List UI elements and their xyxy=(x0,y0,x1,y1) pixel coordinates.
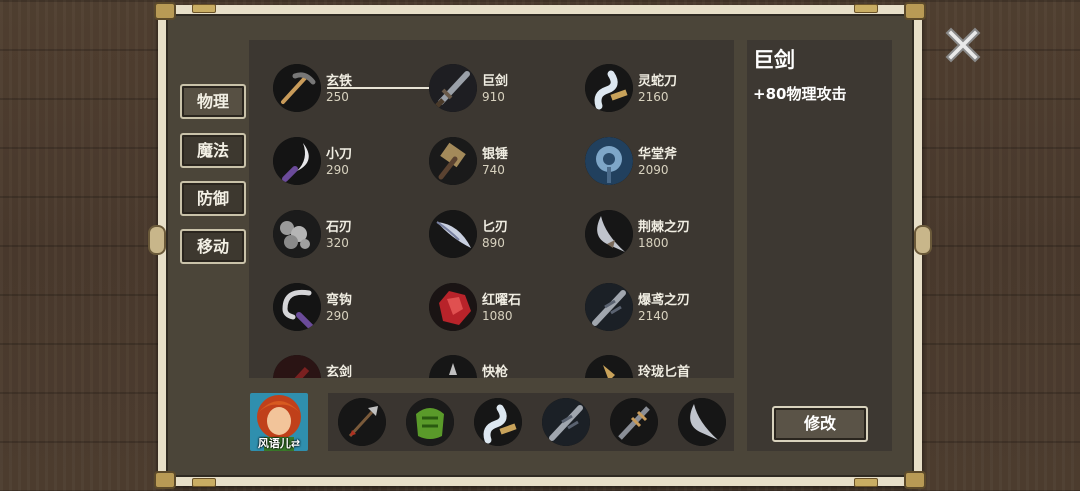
hero-portrait[interactable]: 风语儿⇄ xyxy=(250,393,308,451)
item-kuaiqiang[interactable]: 快枪 xyxy=(429,355,579,378)
frame-stud xyxy=(854,478,878,487)
item-name: 快枪 xyxy=(482,365,509,378)
item-price: 290 xyxy=(326,309,349,323)
item-wangou[interactable]: 弯钩 290 xyxy=(273,283,423,335)
item-name: 小刀 xyxy=(326,147,353,162)
frame-stud xyxy=(854,4,878,13)
item-huatangfu[interactable]: 华堂斧 2090 xyxy=(585,137,735,189)
item-biren[interactable]: 匕刃 890 xyxy=(429,210,579,262)
item-xiaodao[interactable]: 小刀 290 xyxy=(273,137,423,189)
tab-magic[interactable]: 魔法 xyxy=(180,133,246,168)
item-price: 910 xyxy=(482,90,505,104)
item-name: 匕刃 xyxy=(482,220,509,235)
item-price: 890 xyxy=(482,236,505,250)
frame-stud xyxy=(192,4,216,13)
quick-spear-icon xyxy=(429,355,477,378)
frame-corner xyxy=(154,2,176,20)
tab-movement[interactable]: 移动 xyxy=(180,229,246,264)
item-name: 爆鸢之刃 xyxy=(638,293,691,308)
serrated-sword-icon[interactable] xyxy=(542,398,590,446)
item-name: 灵蛇刀 xyxy=(638,74,678,89)
item-price: 250 xyxy=(326,90,349,104)
item-price: 740 xyxy=(482,163,505,177)
dark-sword-icon xyxy=(273,355,321,378)
item-price: 2140 xyxy=(638,309,669,323)
item-name: 玄剑 xyxy=(326,365,353,378)
item-name: 银锤 xyxy=(482,147,509,162)
item-price: 2090 xyxy=(638,163,669,177)
detail-description: +80物理攻击 xyxy=(753,85,847,103)
item-detail-panel: 巨剑 +80物理攻击 xyxy=(747,40,892,451)
crossbow-blade-icon[interactable] xyxy=(610,398,658,446)
hook-icon xyxy=(273,283,321,331)
detail-title: 巨剑 xyxy=(753,48,795,72)
item-name: 荆棘之刃 xyxy=(638,220,691,235)
item-price: 1800 xyxy=(638,236,669,250)
item-name: 华堂斧 xyxy=(638,147,678,162)
tab-physical[interactable]: 物理 xyxy=(180,84,246,119)
item-name: 玄铁 xyxy=(326,74,353,89)
item-linglongbishou[interactable]: 玲珑匕首 xyxy=(585,355,735,378)
equipped-items-bar xyxy=(328,393,734,451)
item-jingjizhiren[interactable]: 荆棘之刃 1800 xyxy=(585,210,735,262)
frame-notch xyxy=(148,225,166,255)
item-shiren[interactable]: 石刃 320 xyxy=(273,210,423,262)
item-name: 石刃 xyxy=(326,220,353,235)
serpent-blade-icon xyxy=(585,64,633,112)
tab-defense[interactable]: 防御 xyxy=(180,181,246,216)
item-price: 320 xyxy=(326,236,349,250)
frame-notch xyxy=(914,225,932,255)
item-xuanjian[interactable]: 玄剑 xyxy=(273,355,423,378)
red-stone-icon xyxy=(429,283,477,331)
thorn-blade-icon xyxy=(585,210,633,258)
spear-icon[interactable] xyxy=(338,398,386,446)
item-price: 290 xyxy=(326,163,349,177)
hero-name: 风语儿⇄ xyxy=(257,437,301,450)
item-xuantie[interactable]: 玄铁 250 xyxy=(273,64,423,116)
item-jujian[interactable]: 巨剑 910 xyxy=(429,64,579,116)
kite-blade-icon xyxy=(585,283,633,331)
item-price: 2160 xyxy=(638,90,669,104)
serpent-blade-icon[interactable] xyxy=(474,398,522,446)
greatsword-icon xyxy=(429,64,477,112)
curved-blade-icon[interactable] xyxy=(678,398,726,446)
item-hongyaoshi[interactable]: 红曜石 1080 xyxy=(429,283,579,335)
modify-button[interactable]: 修改 xyxy=(772,406,868,442)
frame-stud xyxy=(192,478,216,487)
item-name: 玲珑匕首 xyxy=(638,365,691,378)
stone-blade-icon xyxy=(273,210,321,258)
item-name: 巨剑 xyxy=(482,74,509,89)
frame-corner xyxy=(154,471,176,489)
close-icon[interactable] xyxy=(938,20,988,70)
ornate-axe-icon xyxy=(585,137,633,185)
small-knife-icon xyxy=(273,137,321,185)
dagger-blade-icon xyxy=(429,210,477,258)
silver-hammer-icon xyxy=(429,137,477,185)
pickaxe-icon xyxy=(273,64,321,112)
item-lingshedao[interactable]: 灵蛇刀 2160 xyxy=(585,64,735,116)
green-armor-icon[interactable] xyxy=(406,398,454,446)
frame-corner xyxy=(904,471,926,489)
item-baoyuanzhiren[interactable]: 爆鸢之刃 2140 xyxy=(585,283,735,335)
item-yinchui[interactable]: 银锤 740 xyxy=(429,137,579,189)
item-price: 1080 xyxy=(482,309,513,323)
frame-corner xyxy=(904,2,926,20)
item-name: 红曜石 xyxy=(482,293,522,308)
dainty-dagger-icon xyxy=(585,355,633,378)
item-name: 弯钩 xyxy=(326,293,353,308)
